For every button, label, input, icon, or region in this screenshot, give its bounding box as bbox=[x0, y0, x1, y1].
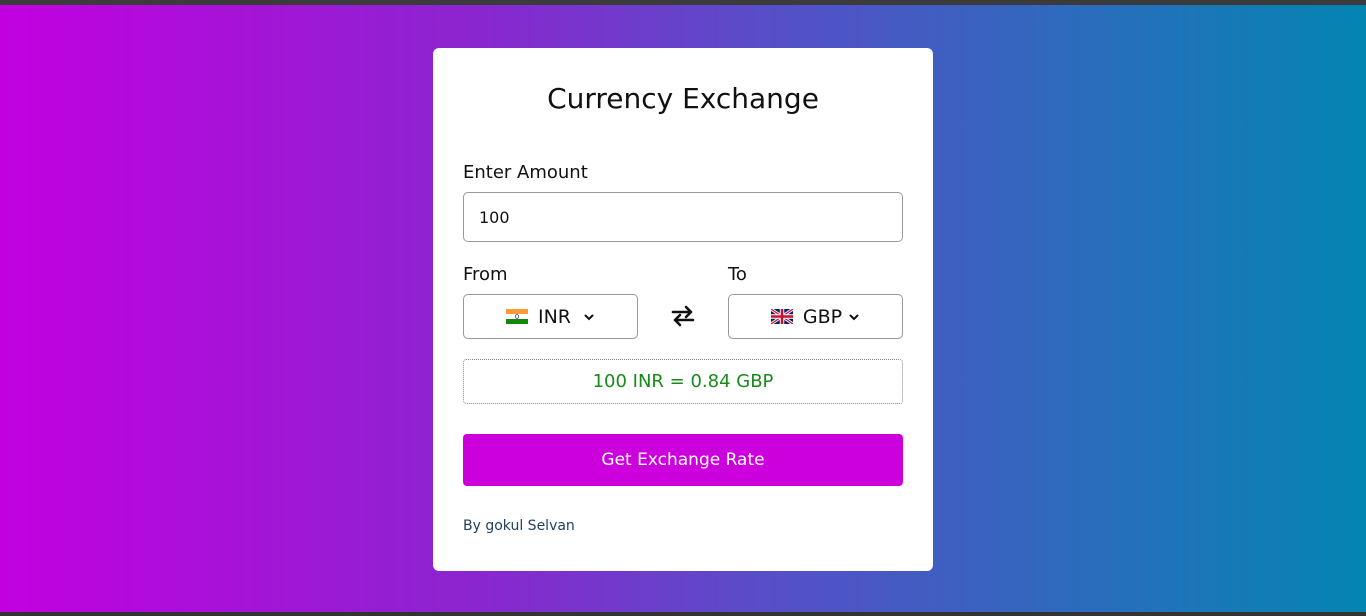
uk-flag-icon bbox=[770, 309, 793, 324]
from-currency-select[interactable]: INR bbox=[463, 294, 638, 339]
browser-top-bar bbox=[0, 0, 1366, 5]
to-currency-code: GBP bbox=[802, 305, 843, 328]
amount-label: Enter Amount bbox=[463, 162, 588, 183]
amount-input[interactable] bbox=[463, 192, 903, 242]
author-credit: By gokul Selvan bbox=[463, 518, 575, 534]
to-label: To bbox=[728, 264, 747, 285]
from-currency-code: INR bbox=[537, 305, 572, 328]
page-title: Currency Exchange bbox=[547, 82, 819, 115]
india-flag-icon bbox=[505, 309, 528, 324]
from-label: From bbox=[463, 264, 508, 285]
chevron-down-icon bbox=[849, 314, 859, 320]
currency-exchange-card: Currency Exchange Enter Amount From To I… bbox=[433, 48, 933, 571]
exchange-result: 100 INR = 0.84 GBP bbox=[463, 359, 903, 404]
swap-arrows-icon[interactable] bbox=[669, 302, 697, 330]
chevron-down-icon bbox=[584, 314, 594, 320]
to-currency-select[interactable]: GBP bbox=[728, 294, 903, 339]
taskbar-edge bbox=[0, 612, 1366, 616]
get-exchange-rate-button[interactable]: Get Exchange Rate bbox=[463, 434, 903, 486]
